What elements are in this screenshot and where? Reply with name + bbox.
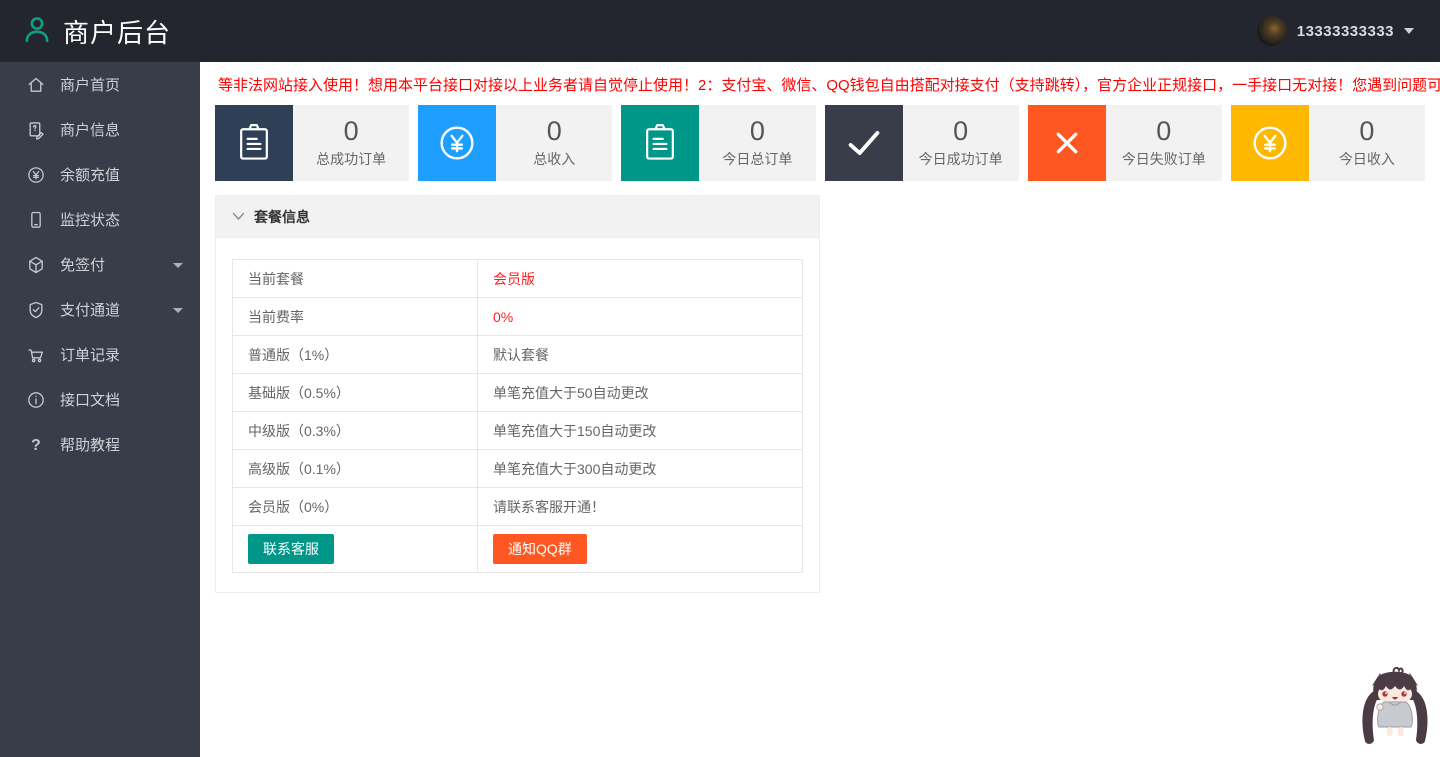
chibi-girl-mascot: [1353, 665, 1437, 757]
sidebar-item-api-docs[interactable]: 接口文档: [0, 377, 200, 422]
table-row: 当前套餐 会员版: [233, 260, 803, 298]
stats-card-row: 0 总成功订单 0 总收入: [215, 105, 1425, 181]
row-value: 0%: [478, 298, 803, 336]
stat-label: 今日总订单: [722, 149, 792, 169]
submenu-caret-icon: [173, 308, 183, 313]
sidebar-item-balance-recharge[interactable]: 余额充值: [0, 152, 200, 197]
stat-value: 0: [344, 117, 359, 145]
sidebar-nav: 商户首页 商户信息 余额充值: [0, 62, 200, 757]
sidebar-item-no-sign-pay[interactable]: 免签付: [0, 242, 200, 287]
sidebar-item-label: 订单记录: [60, 344, 120, 365]
stat-value: 0: [1156, 117, 1171, 145]
user-dropdown[interactable]: 13333333333: [1257, 16, 1418, 46]
row-value: 单笔充值大于50自动更改: [478, 374, 803, 412]
stat-card-today-failed-orders: 0 今日失败订单: [1028, 105, 1222, 181]
row-value: 默认套餐: [478, 336, 803, 374]
question-icon: ?: [25, 434, 47, 456]
sidebar-item-order-records[interactable]: 订单记录: [0, 332, 200, 377]
svg-text:?: ?: [31, 437, 41, 454]
sidebar-item-help-tutorial[interactable]: ? 帮助教程: [0, 422, 200, 467]
row-label: 基础版（0.5%）: [233, 374, 478, 412]
avatar: [1257, 16, 1287, 46]
stat-label: 今日收入: [1339, 149, 1395, 169]
table-row: 普通版（1%） 默认套餐: [233, 336, 803, 374]
clipboard-icon: [621, 105, 699, 181]
sidebar-item-label: 帮助教程: [60, 434, 120, 455]
sidebar-item-payment-channel[interactable]: 支付通道: [0, 287, 200, 332]
stat-label: 总成功订单: [316, 149, 386, 169]
table-row: 基础版（0.5%） 单笔充值大于50自动更改: [233, 374, 803, 412]
row-value: 单笔充值大于150自动更改: [478, 412, 803, 450]
user-phone: 13333333333: [1297, 23, 1394, 40]
app-logo: 商户后台: [22, 13, 171, 50]
sidebar-item-merchant-info[interactable]: 商户信息: [0, 107, 200, 152]
sidebar-item-label: 余额充值: [60, 164, 120, 185]
info-circle-icon: [25, 389, 47, 411]
cube-icon: [25, 254, 47, 276]
stat-label: 总收入: [533, 149, 575, 169]
row-label: 会员版（0%）: [233, 488, 478, 526]
stat-card-today-total-orders: 0 今日总订单: [621, 105, 815, 181]
row-label: 当前费率: [233, 298, 478, 336]
package-panel-header[interactable]: 套餐信息: [216, 196, 819, 238]
stat-card-today-income: 0 今日收入: [1231, 105, 1425, 181]
row-label: 普通版（1%）: [233, 336, 478, 374]
package-info-panel: 套餐信息 当前套餐 会员版 当前费率 0% 普通版（1%）: [215, 195, 820, 593]
stat-value: 0: [750, 117, 765, 145]
cart-icon: [25, 344, 47, 366]
caret-down-icon: [1404, 28, 1414, 34]
notify-qq-group-button[interactable]: 通知QQ群: [493, 534, 587, 564]
x-icon: [1028, 105, 1106, 181]
table-row: 当前费率 0%: [233, 298, 803, 336]
sidebar-item-merchant-home[interactable]: 商户首页: [0, 62, 200, 107]
stat-value: 0: [547, 117, 562, 145]
clipboard-icon: [215, 105, 293, 181]
row-label: 中级版（0.3%）: [233, 412, 478, 450]
row-value: 会员版: [478, 260, 803, 298]
table-row: 会员版（0%） 请联系客服开通！: [233, 488, 803, 526]
chevron-down-icon: [232, 208, 245, 226]
package-table: 当前套餐 会员版 当前费率 0% 普通版（1%） 默认套餐 基础版（0.5%: [232, 259, 803, 573]
sidebar-item-label: 接口文档: [60, 389, 120, 410]
row-label: 高级版（0.1%）: [233, 450, 478, 488]
stat-value: 0: [953, 117, 968, 145]
sidebar-item-label: 商户信息: [60, 119, 120, 140]
table-row: 中级版（0.3%） 单笔充值大于150自动更改: [233, 412, 803, 450]
mobile-icon: [25, 209, 47, 231]
shield-check-icon: [25, 299, 47, 321]
stat-card-today-success-orders: 0 今日成功订单: [825, 105, 1019, 181]
sidebar-item-monitor-status[interactable]: 监控状态: [0, 197, 200, 242]
home-icon: [25, 74, 47, 96]
user-icon: [22, 14, 52, 49]
sidebar-item-label: 支付通道: [60, 299, 120, 320]
row-value: 单笔充值大于300自动更改: [478, 450, 803, 488]
row-value: 请联系客服开通！: [478, 488, 803, 526]
panel-title: 套餐信息: [254, 207, 310, 227]
yen-circle-icon: [1231, 105, 1309, 181]
sidebar-item-label: 监控状态: [60, 209, 120, 230]
stat-card-total-success-orders: 0 总成功订单: [215, 105, 409, 181]
sidebar-item-label: 商户首页: [60, 74, 120, 95]
contact-support-button[interactable]: 联系客服: [248, 534, 334, 564]
stat-label: 今日失败订单: [1122, 149, 1206, 169]
announcement-marquee: 等非法网站接入使用！想用本平台接口对接以上业务者请自觉停止使用！2：支付宝、微信…: [218, 75, 1440, 96]
check-icon: [825, 105, 903, 181]
stat-label: 今日成功订单: [919, 149, 1003, 169]
sidebar-item-label: 免签付: [60, 254, 105, 275]
table-row: 高级版（0.1%） 单笔充值大于300自动更改: [233, 450, 803, 488]
yen-circle-icon: [25, 164, 47, 186]
row-label: 当前套餐: [233, 260, 478, 298]
submenu-caret-icon: [173, 263, 183, 268]
top-header: 商户后台 13333333333: [0, 0, 1440, 62]
yen-circle-icon: [418, 105, 496, 181]
main-content: 等非法网站接入使用！想用本平台接口对接以上业务者请自觉停止使用！2：支付宝、微信…: [200, 62, 1440, 757]
page-title: 商户后台: [63, 13, 171, 50]
stat-card-total-income: 0 总收入: [418, 105, 612, 181]
table-row-actions: 联系客服 通知QQ群: [233, 526, 803, 573]
stat-value: 0: [1359, 117, 1374, 145]
document-edit-icon: [25, 119, 47, 141]
app-window: 商户后台 13333333333 商户首页: [0, 0, 1440, 757]
